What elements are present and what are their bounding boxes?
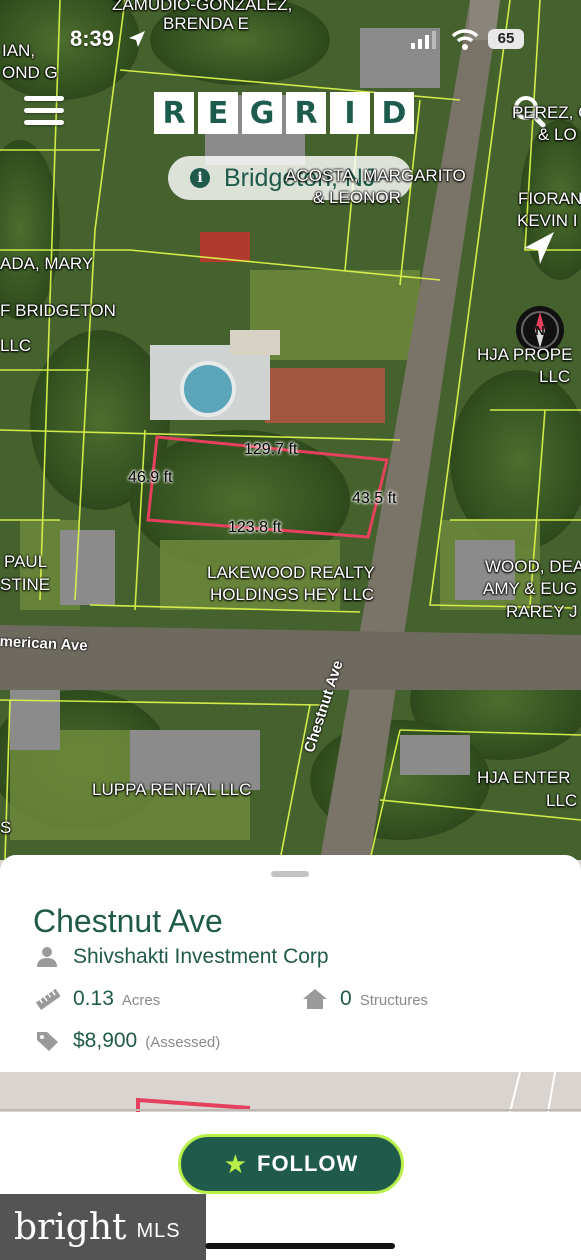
structures-value: 0 [340, 987, 352, 1010]
owner-label: IAN, [2, 41, 36, 60]
battery-indicator: 65 [488, 29, 524, 49]
logo-letter: G [242, 92, 282, 134]
owner-label: KEVIN I [517, 211, 578, 230]
follow-label: FOLLOW [257, 1151, 359, 1176]
owner-label: PEREZ, G [512, 103, 581, 122]
watermark-brand: bright [14, 1206, 127, 1248]
tags-icon [37, 1032, 58, 1051]
parcel-dimension: 123.8 ft [228, 519, 282, 536]
owner-label: LUPPA RENTAL LLC [92, 780, 252, 799]
owner-label: LAKEWOOD REALTY [207, 563, 375, 582]
location-arrow-icon [129, 31, 145, 47]
svg-text:N: N [535, 323, 544, 338]
cellular-signal-icon [411, 31, 436, 49]
owner-label: LLC [539, 367, 571, 386]
owner-label: ADA, MARY [0, 254, 94, 273]
map-preview-strip [0, 1072, 581, 1112]
parcel-dimension: 129.7 ft [244, 441, 298, 458]
owner-row: Shivshakti Investment Corp [36, 945, 329, 969]
wifi-icon [451, 29, 479, 50]
info-icon: i [190, 168, 210, 188]
owner-label: WOOD, DEA [485, 557, 581, 576]
assessed-row: $8,900 (Assessed) [36, 1029, 220, 1053]
structures-label: Structures [359, 992, 429, 1009]
person-icon [37, 947, 57, 967]
assessed-label: (Assessed) [145, 1034, 221, 1051]
logo-letter: R [154, 92, 194, 134]
watermark-suffix: MLS [136, 1219, 181, 1242]
acres-label: Acres [121, 992, 161, 1009]
house-icon [303, 989, 327, 1009]
logo-letter: E [198, 92, 238, 134]
owner-label: OND G [2, 63, 58, 82]
parcel-title: Chestnut Ave [33, 903, 223, 939]
logo-letter: D [374, 92, 414, 134]
owner-label: HJA PROPE [477, 345, 573, 364]
owner-label: & LEONOR [313, 188, 401, 207]
regrid-logo: R E G R I D [154, 92, 414, 136]
sheet-drag-handle[interactable] [271, 871, 309, 877]
owner-label: LLC [546, 791, 578, 810]
bright-mls-watermark: bright MLS [0, 1194, 206, 1260]
owner-label: F BRIDGETON [0, 301, 116, 320]
home-indicator[interactable] [205, 1243, 395, 1249]
owner-label: & LO [538, 125, 577, 144]
logo-letter: R [286, 92, 326, 134]
owner-label: AMY & EUG [483, 579, 578, 598]
acres-row: 0.13 Acres [36, 987, 160, 1011]
menu-button[interactable] [24, 96, 64, 130]
acres-value: 0.13 [73, 987, 114, 1010]
follow-button[interactable]: ★ FOLLOW [178, 1134, 404, 1194]
hamburger-icon [24, 96, 64, 101]
map-preview-lines [0, 1072, 581, 1112]
owner-label: ACOSTA, MARGARITO [285, 166, 466, 185]
owner-label: LLC [0, 336, 32, 355]
status-time: 8:39 [70, 26, 115, 51]
owner-label: BRENDA E [163, 14, 249, 33]
navigation-arrow-icon[interactable] [522, 230, 556, 266]
owner-label: PAUL [4, 552, 48, 571]
owner-name[interactable]: Shivshakti Investment Corp [73, 945, 329, 969]
structures-row: 0 Structures [302, 987, 428, 1011]
owner-label: RAREY J [506, 602, 578, 621]
owner-label: STINE [0, 575, 51, 594]
parcel-dimension: 43.5 ft [352, 490, 397, 507]
owner-label: FIORAN [518, 189, 581, 208]
ruler-icon [36, 988, 60, 1010]
logo-letter: I [330, 92, 370, 134]
star-icon: ★ [223, 1148, 247, 1179]
owner-label: HOLDINGS HEY LLC [210, 585, 375, 604]
owner-label: S [0, 818, 12, 837]
parcel-dimension: 46.9 ft [128, 469, 173, 486]
assessed-value: $8,900 [73, 1029, 138, 1052]
owner-label: HJA ENTER [477, 768, 571, 787]
parcel-details-sheet: Chestnut Ave Shivshakti Investment Corp … [0, 855, 581, 1072]
